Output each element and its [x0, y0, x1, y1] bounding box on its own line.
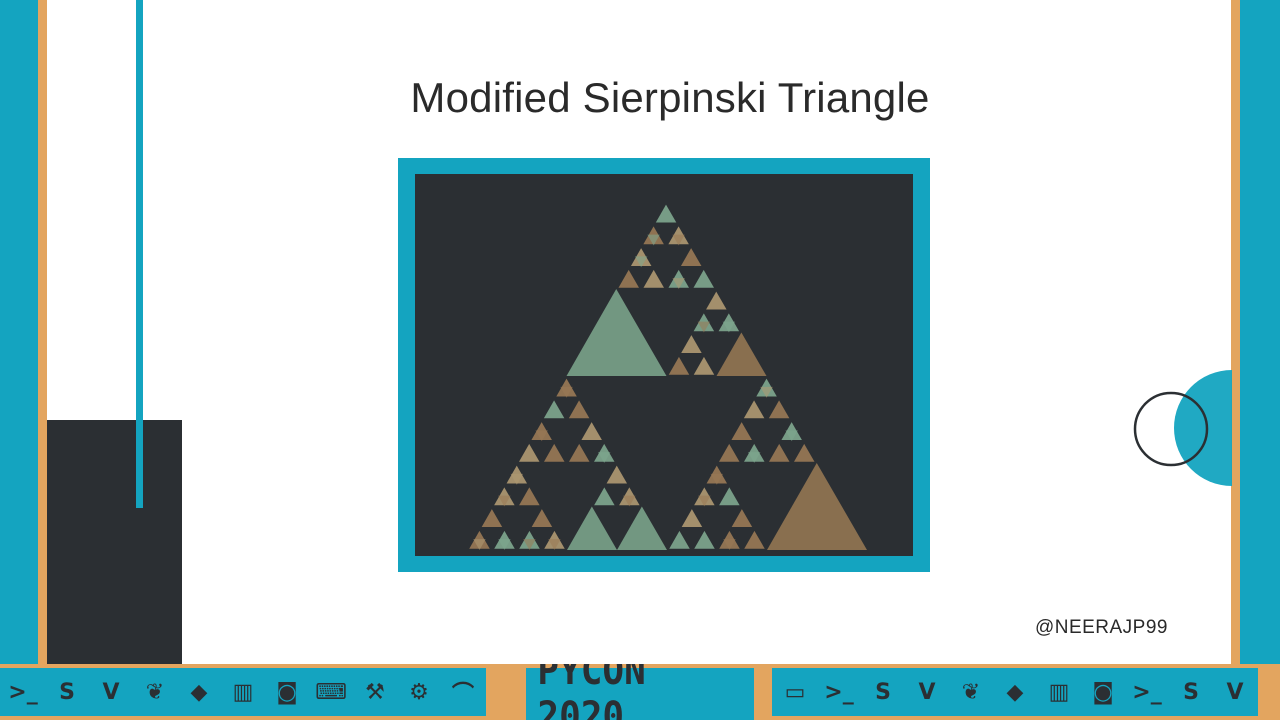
event-logo-text: PYCON 2020: [537, 664, 646, 720]
sierpinski-piece: [567, 506, 617, 550]
sierpinski-piece: [655, 204, 677, 223]
browser-icon: ▭: [772, 668, 818, 716]
snake-icon: S: [860, 668, 906, 716]
sierpinski-piece: [643, 269, 664, 288]
sierpinski-piece: [518, 443, 540, 462]
event-logo: PYCON 2020: [526, 664, 754, 720]
sierpinski-piece: [481, 509, 503, 527]
sierpinski-piece: [716, 332, 767, 376]
sierpinski-piece: [719, 487, 740, 506]
terminal-icon: >_: [0, 668, 46, 716]
circle-decoration: [1133, 370, 1232, 486]
keyboard-icon: ⌨: [308, 668, 354, 716]
footer-banner: >_ S V ❦ ◆ ▥ ◙ ⌨ ⚒ ⚙ ⌒ ▭ >_ S V ❦ ◆ ▥ ◙ >_ S V PYCON 2020: [0, 664, 1280, 720]
leaf-icon: ❦: [132, 668, 178, 716]
sierpinski-piece: [768, 443, 790, 462]
sierpinski-piece: [681, 509, 703, 527]
sierpinski-image: [415, 174, 913, 556]
sierpinski-piece: [767, 463, 867, 550]
sierpinski-piece: [718, 443, 740, 462]
sierpinski-piece: [731, 509, 753, 527]
sierpinski-triangle-graphic: [469, 204, 867, 550]
sierpinski-piece: [731, 422, 752, 440]
sierpinski-piece: [519, 487, 540, 506]
gear-icon: ⚙: [396, 668, 442, 716]
sierpinski-piece: [543, 443, 565, 462]
sierpinski-piece: [568, 400, 590, 419]
leaf-icon: ❦: [948, 668, 994, 716]
speaker-handle: @NEERAJP99: [1034, 617, 1168, 638]
sierpinski-piece: [694, 530, 715, 549]
sierpinski-piece: [606, 465, 628, 484]
snake-icon: S: [44, 668, 90, 716]
robot-icon: ◙: [264, 668, 310, 716]
dark-decor-block: [47, 420, 182, 664]
sierpinski-piece: [618, 269, 639, 288]
sierpinski-piece: [581, 422, 602, 440]
diamond-icon: ◆: [176, 668, 222, 716]
sierpinski-piece: [768, 400, 790, 419]
robot-icon: ◙: [1080, 668, 1126, 716]
sierpinski-piece: [543, 400, 565, 419]
sierpinski-piece: [793, 443, 815, 462]
bar-icon: ▥: [220, 668, 266, 716]
check-icon: V: [88, 668, 134, 716]
tool-icon: ⚒: [352, 668, 398, 716]
sierpinski-piece: [743, 400, 765, 419]
bar-icon: ▥: [1036, 668, 1082, 716]
terminal-icon: >_: [1124, 668, 1170, 716]
diamond-icon: ◆: [992, 668, 1038, 716]
sierpinski-piece: [669, 530, 690, 549]
check-icon: V: [904, 668, 950, 716]
sierpinski-piece: [680, 248, 702, 266]
sierpinski-piece: [693, 356, 715, 375]
sierpinski-piece: [566, 289, 667, 376]
sierpinski-piece: [706, 291, 727, 310]
sierpinski-piece: [681, 335, 702, 353]
slide-title: Modified Sierpinski Triangle: [410, 74, 930, 121]
sierpinski-piece: [668, 356, 690, 375]
sierpinski-piece: [693, 269, 714, 288]
snake-icon: S: [1168, 668, 1214, 716]
check-icon: V: [1212, 668, 1258, 716]
bridge-icon: ⌒: [440, 668, 486, 716]
sierpinski-piece: [744, 530, 765, 549]
sierpinski-piece: [617, 506, 667, 550]
sierpinski-piece: [594, 487, 615, 506]
terminal-icon: >_: [816, 668, 862, 716]
sierpinski-piece: [568, 443, 590, 462]
sierpinski-piece: [531, 509, 553, 527]
